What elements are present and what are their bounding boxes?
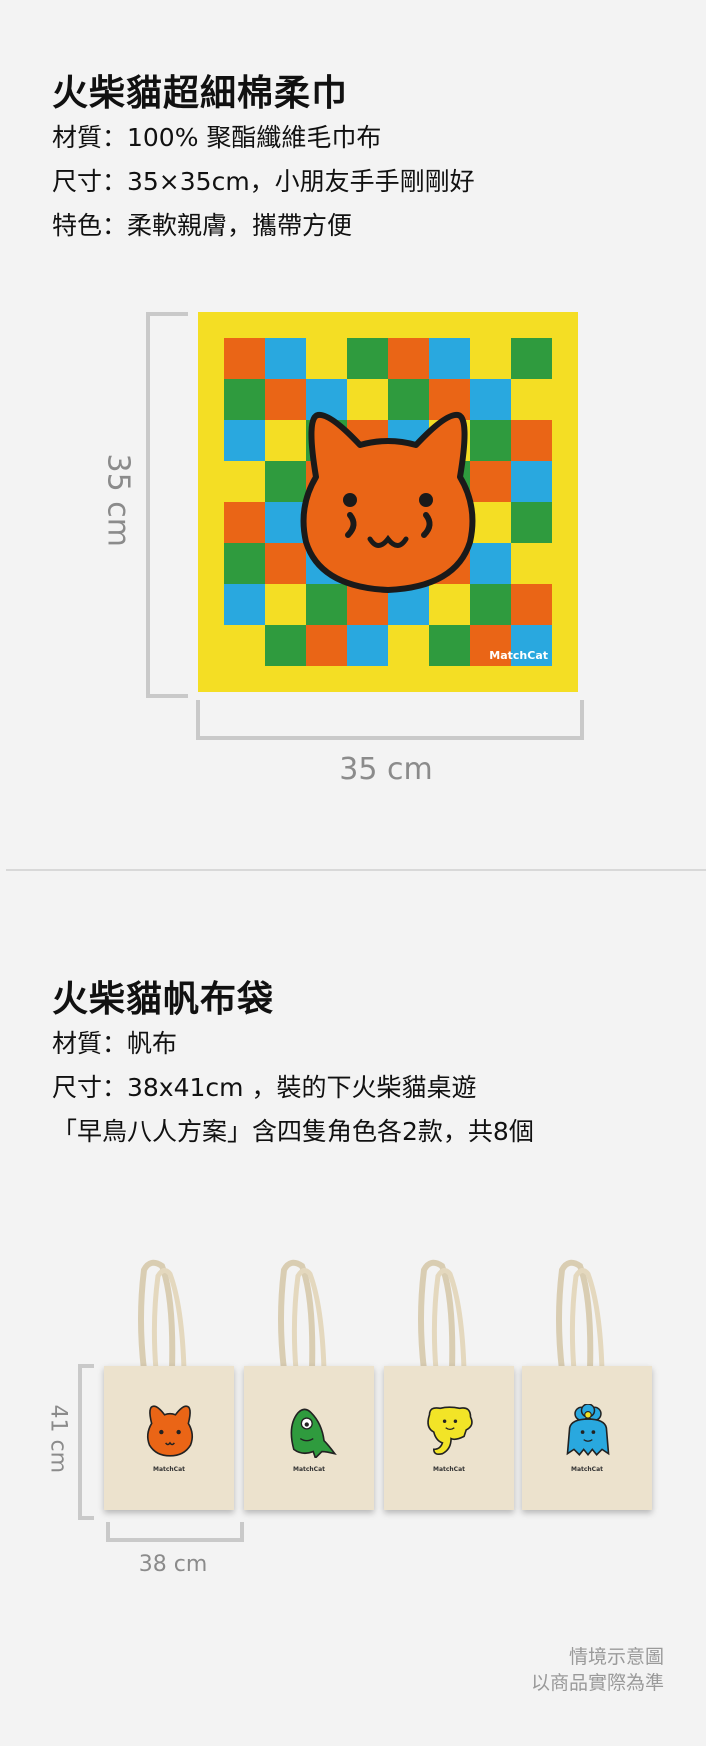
checker-cell	[224, 338, 265, 379]
checker-cell	[224, 379, 265, 420]
bag-handle	[418, 1259, 467, 1370]
orange-cat-icon	[146, 1405, 194, 1457]
tote-bag-blue-flower: MatchCat	[522, 1258, 658, 1516]
bag-handle	[556, 1259, 605, 1370]
blue-flower-icon	[566, 1404, 610, 1457]
towel-width-label: 35 cm	[339, 752, 433, 787]
green-frog-icon	[290, 1408, 337, 1458]
bag-title: 火柴貓帆布袋	[52, 979, 275, 1020]
checker-cell	[347, 625, 388, 666]
bag-body: MatchCat	[384, 1366, 514, 1510]
towel-size: 尺寸：35×35cm，小朋友手手剛剛好	[52, 167, 475, 196]
checker-cell	[511, 420, 552, 461]
checker-cell	[347, 338, 388, 379]
bag-brand: MatchCat	[292, 1466, 326, 1473]
checker-cell	[265, 338, 306, 379]
checker-cell	[306, 625, 347, 666]
checker-cell	[511, 461, 552, 502]
checker-cell	[470, 338, 511, 379]
towel-title: 火柴貓超細棉柔巾	[52, 73, 349, 114]
disclaimer-note: 情境示意圖 以商品實際為準	[531, 1644, 664, 1696]
bag-handle	[138, 1259, 187, 1370]
towel-specs: 材質：100% 聚酯纖維毛巾布 尺寸：35×35cm，小朋友手手剛剛好 特色：柔…	[52, 116, 475, 248]
bag-brand: MatchCat	[152, 1466, 186, 1473]
checker-cell	[511, 338, 552, 379]
checker-cell	[265, 625, 306, 666]
bag-set-info: 「早鳥八人方案」含四隻角色各2款，共8個	[52, 1117, 534, 1146]
checker-cell	[224, 461, 265, 502]
checker-cell	[429, 625, 470, 666]
towel-width-bracket	[196, 700, 584, 740]
tote-bag-green-frog: MatchCat	[244, 1258, 380, 1516]
tote-bag-orange-cat: MatchCat	[104, 1258, 240, 1516]
bag-width-label: 38 cm	[138, 1552, 208, 1577]
checker-cell	[224, 625, 265, 666]
yellow-elephant-icon	[427, 1406, 473, 1456]
checker-cell	[306, 338, 347, 379]
checker-cell	[388, 338, 429, 379]
checker-cell	[429, 338, 470, 379]
bag-handle	[278, 1259, 327, 1370]
checker-cell	[224, 584, 265, 625]
bag-body: MatchCat	[522, 1366, 652, 1510]
bag-height-label: 41 cm	[45, 1404, 71, 1474]
tote-bag-yellow-elephant: MatchCat	[384, 1258, 520, 1516]
bag-specs: 材質：帆布 尺寸：38x41cm ，裝的下火柴貓桌遊 「早鳥八人方案」含四隻角色…	[52, 1022, 534, 1154]
towel-logo: MatchCat	[489, 649, 548, 662]
bag-body: MatchCat	[244, 1366, 374, 1510]
bag-width-bracket	[106, 1522, 244, 1542]
bag-size: 尺寸：38x41cm ，裝的下火柴貓桌遊	[52, 1073, 477, 1102]
checker-cell	[388, 625, 429, 666]
note-line-2: 以商品實際為準	[530, 1672, 664, 1694]
checker-cell	[511, 584, 552, 625]
bag-brand: MatchCat	[570, 1466, 604, 1473]
checker-cell	[511, 543, 552, 584]
checker-cell	[511, 502, 552, 543]
towel-feature: 特色：柔軟親膚，攜帶方便	[52, 211, 353, 240]
section-divider	[6, 869, 706, 871]
bag-brand: MatchCat	[432, 1466, 466, 1473]
towel-image: MatchCat	[198, 312, 578, 692]
checker-cell	[224, 420, 265, 461]
checker-cell	[224, 543, 265, 584]
bag-body: MatchCat	[104, 1366, 234, 1510]
bag-material: 材質：帆布	[52, 1029, 178, 1058]
towel-height-bracket	[146, 312, 188, 698]
checker-cell	[224, 502, 265, 543]
towel-material: 材質：100% 聚酯纖維毛巾布	[52, 123, 382, 152]
bag-height-bracket	[78, 1364, 94, 1520]
checker-cell	[511, 379, 552, 420]
orange-cat-face	[300, 411, 476, 593]
note-line-1: 情境示意圖	[568, 1646, 664, 1668]
towel-height-label: 35 cm	[100, 453, 136, 547]
